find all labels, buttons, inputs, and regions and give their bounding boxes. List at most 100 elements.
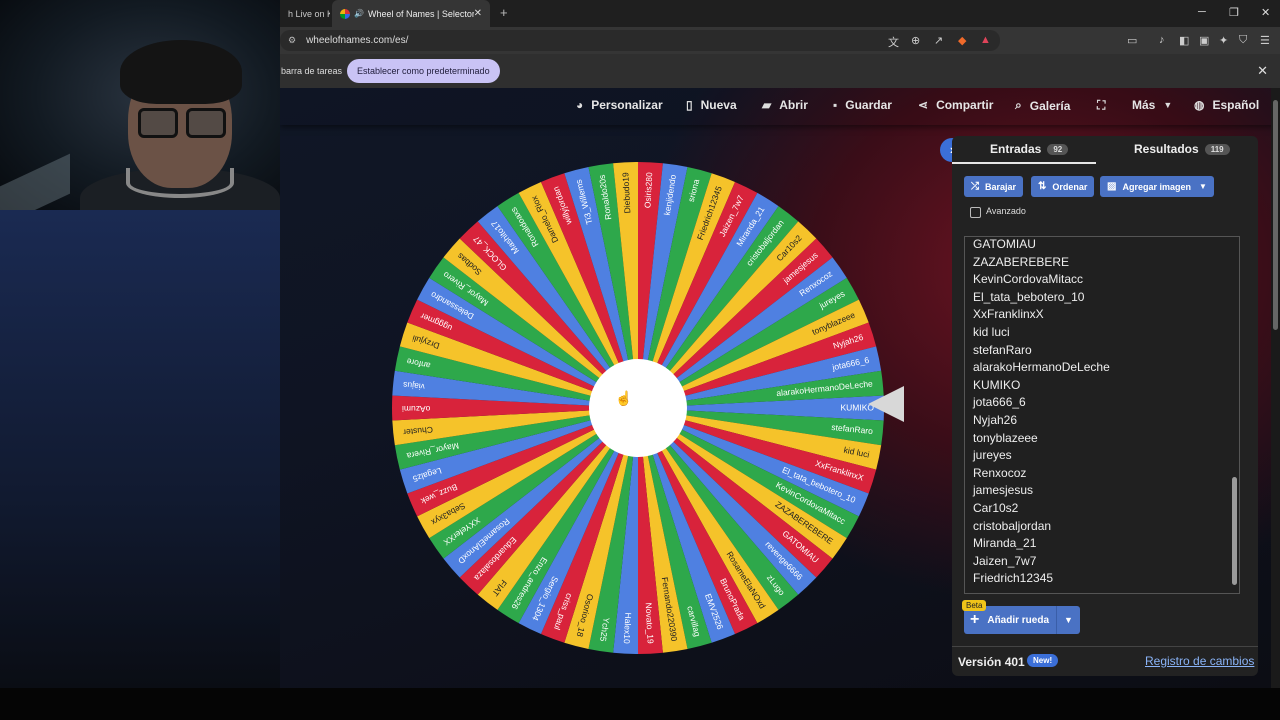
bottom-bar: [0, 688, 1280, 720]
wheel-svg[interactable]: KUMIKOstefanRarokid luciXxFranklinxXEl_t…: [390, 160, 886, 656]
entries-textarea[interactable]: GATOMIAU ZAZABEREBERE KevinCordovaMitacc El…: [964, 236, 1240, 594]
menu-share[interactable]: ⋖ Compartir: [918, 98, 993, 112]
minimize-icon[interactable]: ─: [1198, 6, 1206, 18]
translate-icon[interactable]: 文: [888, 34, 899, 50]
fullscreen-icon: ⛶: [1097, 98, 1106, 112]
file-icon: ▯: [686, 98, 693, 112]
menu-fullscreen[interactable]: ⛶: [1097, 98, 1113, 113]
share-icon: ⋖: [918, 98, 929, 112]
info-bar: barra de tareas Establecer como predeter…: [280, 54, 1280, 88]
menu-label: Español: [1212, 98, 1260, 112]
sort-button[interactable]: ⇅ Ordenar: [1031, 176, 1095, 197]
favicon-icon: [340, 8, 350, 19]
entry-line: Friedrich12345: [973, 571, 1054, 586]
menu-label: Galería: [1029, 98, 1071, 113]
entry-line: tonyblazeee: [973, 430, 1038, 445]
brave-shield-icon[interactable]: ◆: [958, 34, 966, 47]
scrollbar[interactable]: [1232, 241, 1237, 591]
divider: [952, 646, 1258, 647]
shuffle-button[interactable]: ⤮ Barajar: [964, 176, 1024, 197]
menu-more[interactable]: Más ▼: [1132, 98, 1180, 112]
vpn-icon[interactable]: ⛉: [1239, 34, 1247, 47]
tab-title: h Live on K: [288, 8, 330, 19]
tab-title: Wheel of Names | Selector de: [367, 8, 474, 19]
wheel-slice-label: oAzumi: [402, 404, 430, 414]
close-window-icon[interactable]: ✕: [1261, 6, 1270, 19]
shuffle-icon: ⤮: [971, 181, 979, 192]
sort-icon: ⇅: [1038, 181, 1047, 192]
browser-tab-active[interactable]: 🔊 Wheel of Names | Selector de ✕: [332, 0, 490, 27]
wheel-pointer-icon: [868, 386, 904, 422]
page-scrollbar[interactable]: [1271, 88, 1280, 688]
wheel-slice-label: Halex10: [622, 612, 634, 644]
menu-gallery[interactable]: ⌕ Galería: [1015, 98, 1070, 113]
entry-line: jota666_6: [973, 395, 1026, 410]
tab-entries[interactable]: Entradas 92: [990, 142, 1069, 156]
menu-label: Guardar: [845, 98, 892, 112]
set-default-button[interactable]: Establecer como predeterminado: [347, 59, 500, 83]
zoom-icon[interactable]: ⊕: [911, 34, 920, 47]
background-area: [0, 210, 280, 688]
site-settings-icon[interactable]: ⚙: [288, 35, 296, 46]
button-label: Ordenar: [1052, 181, 1088, 192]
menu-customize[interactable]: ◕ Personalizar: [576, 98, 663, 112]
entry-line: GATOMIAU: [973, 237, 1036, 251]
button-label: Añadir rueda: [987, 614, 1050, 626]
advanced-checkbox[interactable]: [970, 207, 981, 218]
menu-label: Abrir: [779, 98, 808, 112]
entry-line: jamesjesus: [973, 483, 1034, 498]
wheel-slice-label: Novato_19: [644, 602, 656, 644]
tab-label: Resultados: [1134, 142, 1199, 156]
new-tab-icon[interactable]: +: [500, 5, 508, 20]
menu-open[interactable]: ▰ Abrir: [762, 98, 808, 112]
menu-new[interactable]: ▯ Nueva: [686, 98, 737, 112]
entry-line: cristobaljordan: [973, 518, 1052, 533]
entry-line: alarakoHermanoDeLeche: [973, 360, 1110, 375]
hand-cursor-icon: ☝: [615, 390, 633, 406]
browser-tab-bar: h Live on K 🔊 Wheel of Names | Selector …: [280, 0, 1280, 27]
search-icon: ⌕: [1015, 98, 1022, 112]
wheel-slice-label: Osiris280: [642, 172, 654, 209]
wheel[interactable]: KUMIKO stefanRaro kid luci XxFranklinxX El_t…: [390, 160, 886, 656]
restore-icon[interactable]: ❐: [1229, 6, 1239, 19]
top-menu: ◕ Personalizar ▯ Nueva ▰ Abrir ▪ Guardar ⋖ Co…: [280, 88, 1280, 125]
count-badge: 92: [1047, 143, 1069, 155]
entry-line: ZAZABEREBERE: [973, 254, 1070, 269]
speaker-icon[interactable]: 🔊: [354, 9, 364, 18]
tab-results[interactable]: Resultados 119: [1134, 142, 1230, 156]
menu-label: Compartir: [936, 98, 994, 112]
menu-save[interactable]: ▪ Guardar: [833, 98, 892, 112]
music-icon[interactable]: ♪: [1159, 34, 1165, 46]
page: ◕ Personalizar ▯ Nueva ▰ Abrir ▪ Guardar ⋖ Co…: [280, 88, 1280, 688]
ai-icon[interactable]: ✦: [1219, 34, 1228, 47]
close-tab-icon[interactable]: ✕: [474, 8, 482, 19]
share-icon[interactable]: ↗: [934, 34, 943, 47]
entry-line: Nyjah26: [973, 413, 1018, 427]
plus-icon: +: [970, 611, 980, 628]
entry-line: XxFranklinxX: [973, 307, 1044, 322]
entry-line: kid luci: [973, 325, 1010, 339]
entry-line: El_tata_bebotero_10: [973, 289, 1085, 304]
chevron-down-icon: ▼: [1163, 100, 1173, 110]
rewards-icon[interactable]: ▲: [980, 34, 991, 46]
new-badge: New!: [1027, 654, 1059, 667]
globe-icon: ◍: [1194, 98, 1205, 112]
browser-tab[interactable]: h Live on K: [280, 0, 330, 27]
webcam-overlay: [0, 0, 280, 210]
menu-icon[interactable]: ☰: [1260, 34, 1270, 47]
menu-language[interactable]: ◍ Español: [1194, 98, 1259, 112]
menu-label: Personalizar: [591, 98, 663, 112]
add-image-button[interactable]: ▨ Agregar imagen ▼: [1100, 176, 1214, 197]
chevron-down-icon: ▼: [1198, 182, 1207, 191]
screen: h Live on K 🔊 Wheel of Names | Selector …: [0, 0, 1280, 720]
version-text: Versión 401: [958, 655, 1025, 669]
wheel-center[interactable]: [589, 359, 687, 457]
entry-line: Renxocoz: [973, 465, 1027, 480]
close-icon[interactable]: ✕: [1257, 63, 1268, 79]
sidebar-icon[interactable]: ▭: [1127, 34, 1137, 47]
chevron-down-icon[interactable]: ▼: [1056, 606, 1080, 634]
changelog-link[interactable]: Registro de cambios: [1145, 654, 1254, 668]
count-badge: 119: [1204, 143, 1230, 155]
wallet-icon[interactable]: ▣: [1199, 34, 1209, 47]
panel-icon[interactable]: ◧: [1179, 34, 1189, 47]
